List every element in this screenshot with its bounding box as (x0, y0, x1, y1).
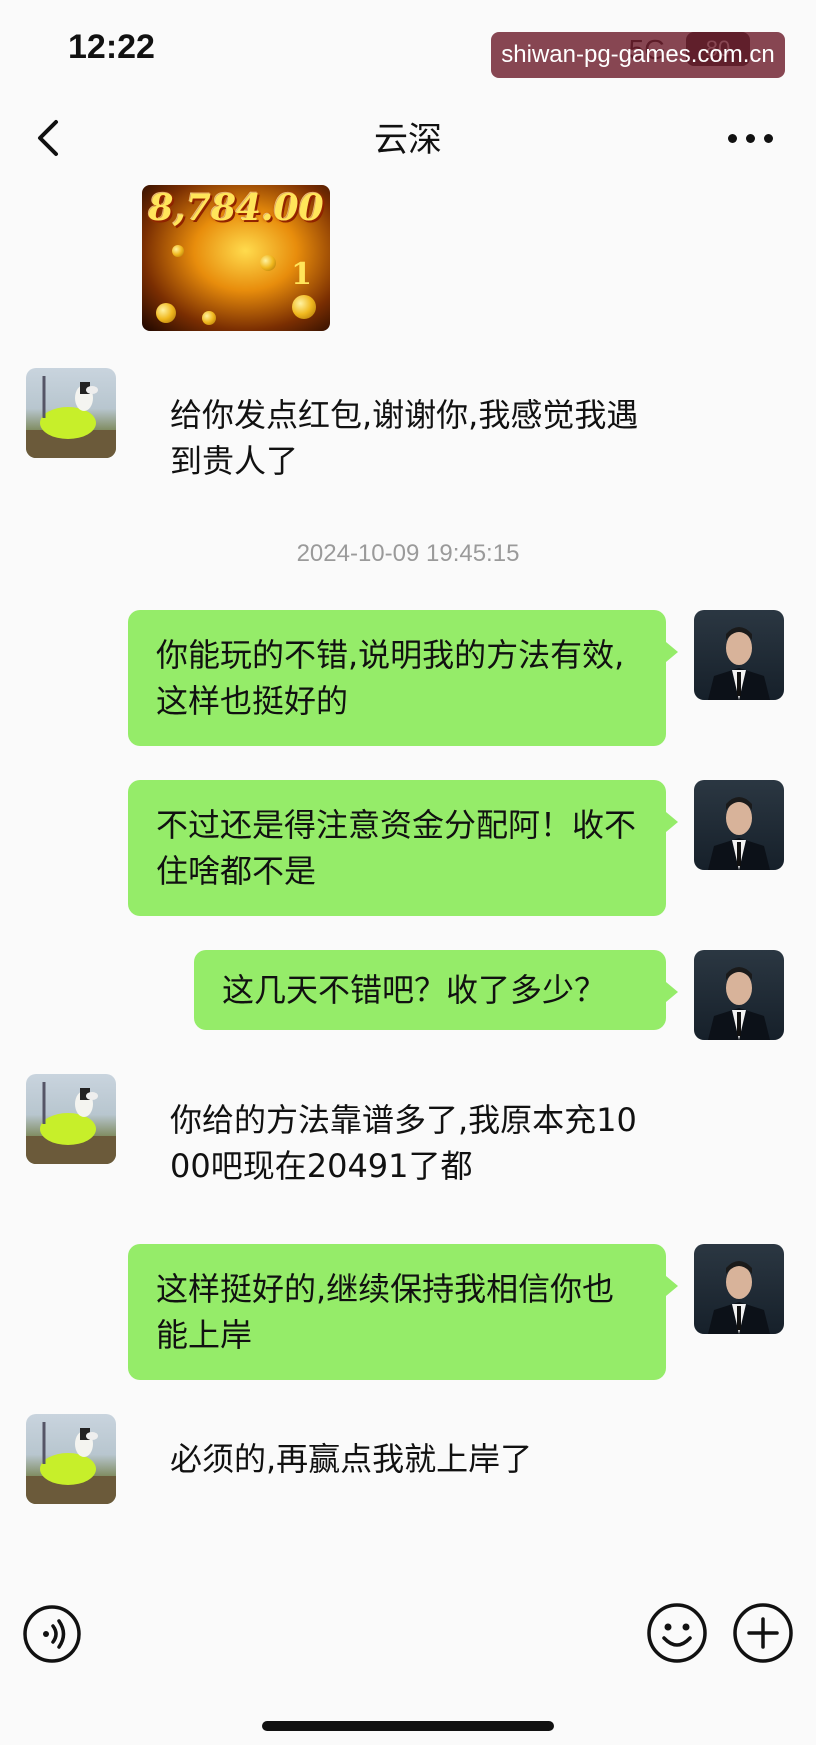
self-avatar[interactable] (694, 780, 784, 870)
message-timestamp: 2024-10-09 19:45:15 (296, 540, 520, 567)
nav-bar: 云深 (0, 100, 816, 176)
message-bubble[interactable]: 你能玩的不错,说明我的方法有效,这样也挺好的 (128, 610, 678, 746)
message-bubble[interactable]: 这样挺好的,继续保持我相信你也能上岸 (128, 1244, 678, 1380)
jackpot-amount: 8,784.00 (148, 187, 324, 229)
self-avatar[interactable] (694, 950, 784, 1040)
home-indicator[interactable] (262, 1721, 554, 1731)
message-text: 你给的方法靠谱多了,我原本充1000吧现在20491了都 (170, 1101, 637, 1185)
self-avatar[interactable] (694, 1244, 784, 1334)
add-button[interactable] (732, 1602, 794, 1664)
message-text: 必须的,再赢点我就上岸了 (170, 1440, 533, 1478)
self-avatar[interactable] (694, 610, 784, 700)
voice-button[interactable] (22, 1604, 82, 1664)
goat-avatar-image (26, 1082, 116, 1164)
more-button[interactable] (726, 120, 776, 156)
message-bubble[interactable]: 不过还是得注意资金分配阿！收不住啥都不是 (128, 780, 678, 916)
emoji-button[interactable] (646, 1602, 708, 1664)
chat-title: 云深 (374, 120, 442, 160)
status-time: 12:22 (68, 28, 155, 66)
message-bubble[interactable]: 这几天不错吧？收了多少？ (194, 950, 678, 1030)
voice-icon (23, 1605, 81, 1663)
message-text: 给你发点红包,谢谢你,我感觉我遇到贵人了 (170, 396, 639, 480)
jackpot-screenshot-image[interactable]: 1 8,784.00 (142, 185, 330, 331)
contact-avatar[interactable] (26, 1414, 116, 1504)
contact-avatar[interactable] (26, 368, 116, 458)
man-avatar-image (708, 967, 770, 1040)
goat-avatar-image (26, 1422, 116, 1504)
man-avatar-image (708, 1261, 770, 1334)
man-avatar-image (708, 797, 770, 870)
more-dots-icon (728, 134, 737, 143)
man-avatar-image (708, 627, 770, 700)
goat-avatar-image (26, 376, 116, 458)
watermark: shiwan-pg-games.com.cn (491, 32, 785, 78)
contact-avatar[interactable] (26, 1074, 116, 1164)
plus-icon (733, 1603, 793, 1663)
emoji-icon (647, 1603, 707, 1663)
